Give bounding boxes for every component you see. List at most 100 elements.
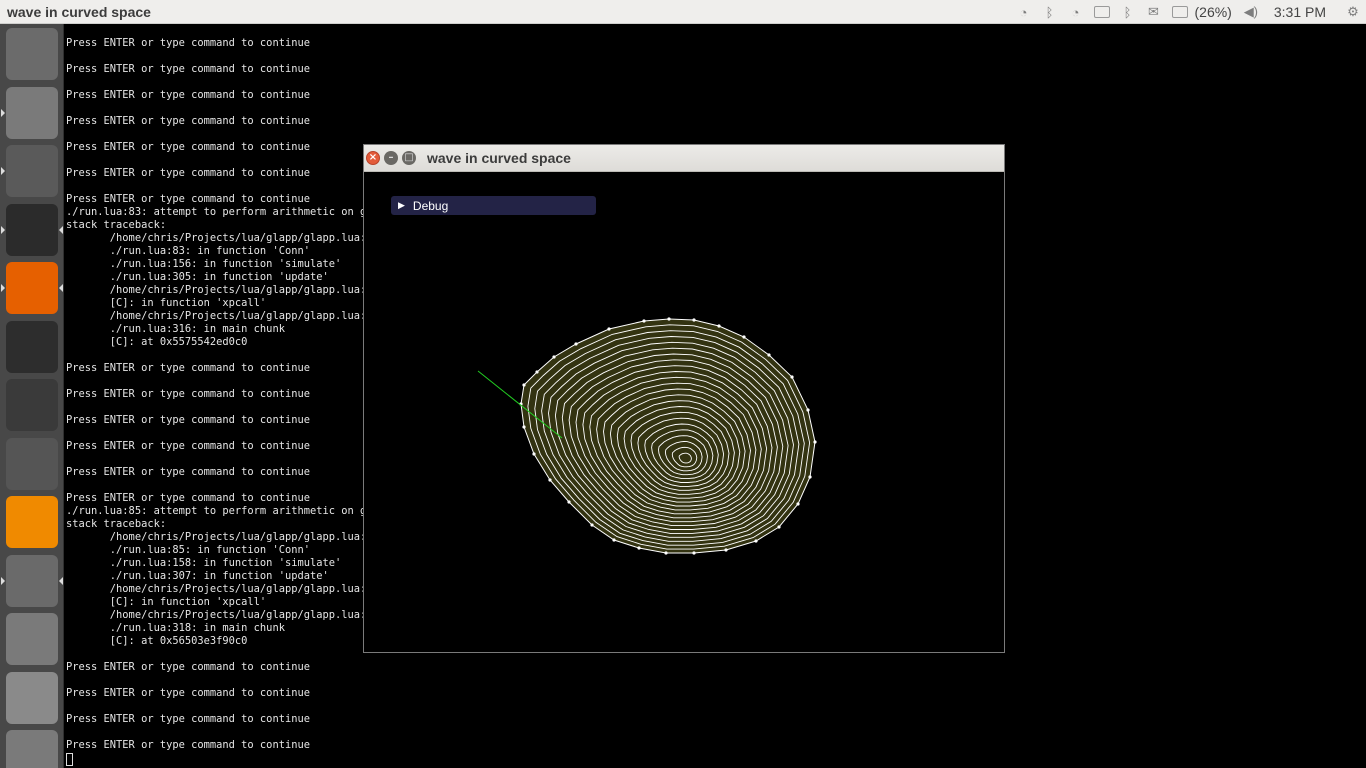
boundary-vertex xyxy=(664,551,668,555)
system-monitor-icon[interactable] xyxy=(6,320,58,373)
wave-visualization xyxy=(477,317,817,555)
terminal-output: Press ENTER or type command to continue … xyxy=(66,37,379,752)
gimp-icon[interactable] xyxy=(6,437,58,490)
bluetooth-icon[interactable]: ᛒ xyxy=(1037,0,1063,24)
unity-launcher xyxy=(0,24,64,768)
network-icon[interactable]: ◔ xyxy=(1063,0,1089,24)
battery-percentage[interactable]: (26%) xyxy=(1193,4,1238,20)
focused-indicator-icon xyxy=(59,576,63,585)
running-indicator-icon xyxy=(1,225,5,234)
running-indicator-icon xyxy=(1,167,5,175)
firefox-icon[interactable] xyxy=(6,262,58,314)
zsnes-icon[interactable] xyxy=(6,379,58,431)
maximize-window-icon[interactable]: □ xyxy=(402,151,416,165)
terminal-line: ./run.lua:83: in function 'Conn' xyxy=(66,245,310,257)
keyboard-icon[interactable] xyxy=(1089,0,1115,24)
window-title: wave in curved space xyxy=(427,150,571,166)
clock[interactable]: 3:31 PM xyxy=(1264,4,1340,20)
boundary-vertex xyxy=(790,375,794,379)
vlc-icon[interactable] xyxy=(6,496,58,548)
terminal-line: ./run.lua:83: attempt to perform arithme… xyxy=(66,206,379,218)
boundary-vertex xyxy=(612,538,616,542)
boundary-vertex xyxy=(552,355,556,359)
terminal-line: ./run.lua:318: in main chunk xyxy=(66,622,285,634)
volume-icon[interactable]: ◀) xyxy=(1238,0,1264,24)
terminal-line: /home/chris/Projects/lua/glapp/glapp.lua… xyxy=(66,310,373,322)
running-indicator-icon xyxy=(1,108,5,117)
terminal-line: Press ENTER or type command to continue xyxy=(66,167,310,179)
boundary-vertex xyxy=(692,551,696,555)
boundary-vertex xyxy=(607,327,611,331)
settings-gear-icon[interactable]: ⚙ xyxy=(1340,0,1366,24)
disk-drive-icon[interactable] xyxy=(6,613,58,665)
close-window-icon[interactable]: × xyxy=(366,151,380,165)
terminal-line: Press ENTER or type command to continue xyxy=(66,89,310,101)
boundary-vertex xyxy=(754,539,758,543)
terminal-line: Press ENTER or type command to continue xyxy=(66,440,310,452)
terminal-line: ./run.lua:158: in function 'simulate' xyxy=(66,557,342,569)
terminal-line: /home/chris/Projects/lua/glapp/glapp.lua… xyxy=(66,531,373,543)
terminal-line: Press ENTER or type command to continue xyxy=(66,115,310,127)
terminal-line: [C]: in function 'xpcall' xyxy=(66,596,267,608)
boundary-vertex xyxy=(535,370,539,374)
mail-icon[interactable]: ✉ xyxy=(1141,0,1167,24)
terminal-line: [C]: in function 'xpcall' xyxy=(66,297,267,309)
boundary-vertex xyxy=(806,408,810,412)
ubuntu-dash-icon[interactable] xyxy=(6,28,58,80)
window-titlebar[interactable]: × – □ wave in curved space xyxy=(364,145,1004,172)
boundary-vertex xyxy=(522,383,526,387)
removable-drive-icon[interactable] xyxy=(6,730,58,768)
terminal-line: Press ENTER or type command to continue xyxy=(66,492,310,504)
terminal-line: Press ENTER or type command to continue xyxy=(66,687,310,699)
minimize-window-icon[interactable]: – xyxy=(384,151,398,165)
terminal-line: ./run.lua:156: in function 'simulate' xyxy=(66,258,342,270)
terminal-line: Press ENTER or type command to continue xyxy=(66,739,310,751)
terminal-line: /home/chris/Projects/lua/glapp/glapp.lua… xyxy=(66,583,373,595)
terminal-line: Press ENTER or type command to continue xyxy=(66,141,310,153)
app-window[interactable]: × – □ wave in curved space ▶ Debug xyxy=(363,144,1005,653)
terminal-line: Press ENTER or type command to continue xyxy=(66,63,310,75)
boundary-vertex xyxy=(590,523,594,527)
boundary-vertex xyxy=(777,525,781,529)
terminal-line: /home/chris/Projects/lua/glapp/glapp.lua… xyxy=(66,284,373,296)
terminal-line: [C]: at 0x56503e3f90c0 xyxy=(66,635,248,647)
boundary-vertex xyxy=(567,500,571,504)
media-player-icon[interactable] xyxy=(6,671,58,724)
help-icon[interactable] xyxy=(6,554,58,607)
boundary-vertex xyxy=(692,318,696,322)
top-panel: wave in curved space ◔ ᛒ ◔ ᛒ ✉ (26%) ◀) … xyxy=(0,0,1366,24)
software-center-icon[interactable] xyxy=(6,86,58,139)
bluetooth-secondary-icon[interactable]: ᛒ xyxy=(1115,0,1141,24)
terminal-line: Press ENTER or type command to continue xyxy=(66,466,310,478)
terminal-line: ./run.lua:316: in main chunk xyxy=(66,323,285,335)
active-window-title: wave in curved space xyxy=(7,3,151,20)
terminal-line: ./run.lua:85: attempt to perform arithme… xyxy=(66,505,379,517)
battery-icon[interactable] xyxy=(1167,0,1193,24)
wifi-icon[interactable]: ◔ xyxy=(1011,0,1037,24)
terminal-line: Press ENTER or type command to continue xyxy=(66,362,310,374)
expand-arrow-icon: ▶ xyxy=(398,200,405,211)
terminal-line: [C]: at 0x5575542ed0c0 xyxy=(66,336,248,348)
boundary-vertex xyxy=(574,342,578,346)
debug-panel-header[interactable]: ▶ Debug xyxy=(391,196,596,215)
terminal-line: ./run.lua:85: in function 'Conn' xyxy=(66,544,310,556)
terminal-line: Press ENTER or type command to continue xyxy=(66,388,310,400)
file-manager-icon[interactable] xyxy=(6,145,58,197)
boundary-vertex xyxy=(808,475,812,479)
boundary-vertex xyxy=(522,425,526,429)
boundary-vertex xyxy=(548,478,552,482)
terminal-icon[interactable] xyxy=(6,203,58,256)
render-canvas[interactable]: ▶ Debug xyxy=(364,172,1004,652)
running-indicator-icon xyxy=(1,576,5,585)
terminal-cursor xyxy=(66,753,73,766)
